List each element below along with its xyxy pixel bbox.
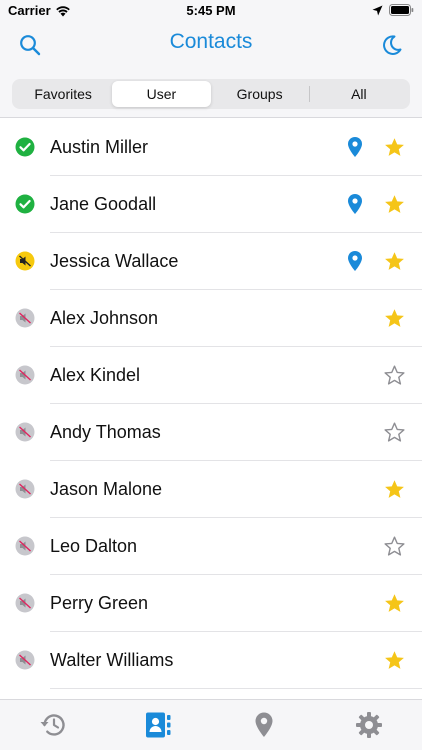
segmented-control: Favorites User Groups All	[12, 79, 410, 109]
contact-name: Alex Johnson	[50, 308, 159, 328]
battery-icon	[389, 4, 414, 16]
muted-speaker-icon	[15, 251, 35, 271]
location-pin-icon[interactable]	[346, 136, 364, 158]
star-outline-icon[interactable]	[384, 536, 405, 557]
moon-icon	[383, 35, 402, 55]
contact-row[interactable]: Leo Dalton	[0, 518, 422, 575]
star-filled-icon[interactable]	[384, 650, 405, 671]
contact-list: Austin Miller Jane Goodall Jessica Wallace…	[0, 119, 422, 699]
segment-all[interactable]: All	[310, 81, 408, 107]
tab-bar	[0, 699, 422, 750]
tab-settings[interactable]	[317, 700, 422, 750]
offline-speaker-icon	[15, 365, 35, 385]
contact-name: Leo Dalton	[50, 536, 138, 556]
segment-user[interactable]: User	[112, 81, 211, 107]
contact-name: Austin Miller	[50, 137, 149, 157]
contact-name: Jessica Wallace	[50, 251, 179, 271]
star-filled-icon[interactable]	[384, 137, 405, 158]
status-bar: Carrier 5:45 PM	[0, 0, 422, 22]
online-check-icon	[15, 194, 35, 214]
history-icon	[40, 714, 65, 736]
contact-name: Perry Green	[50, 593, 149, 613]
carrier: Carrier	[8, 3, 71, 18]
segment-favorites[interactable]: Favorites	[14, 81, 112, 107]
contact-name: Walter Williams	[50, 650, 174, 670]
offline-speaker-icon	[15, 308, 35, 328]
contacts-book-icon	[146, 712, 171, 738]
offline-speaker-icon	[15, 650, 35, 670]
contact-row[interactable]: Jessica Wallace	[0, 233, 422, 290]
contact-row[interactable]: Alex Kindel	[0, 347, 422, 404]
star-filled-icon[interactable]	[384, 251, 405, 272]
contact-name: Jason Malone	[50, 479, 163, 499]
dark-mode-button[interactable]	[379, 32, 405, 58]
contact-name: Alex Kindel	[50, 365, 141, 385]
segment-label: Favorites	[34, 86, 92, 102]
tab-map[interactable]	[211, 700, 317, 750]
star-filled-icon[interactable]	[384, 308, 405, 329]
segment-label: User	[146, 86, 177, 102]
contact-row[interactable]: Jason Malone	[0, 461, 422, 518]
contact-row[interactable]: Andy Thomas	[0, 404, 422, 461]
offline-speaker-icon	[15, 536, 35, 556]
contact-row[interactable]: Jane Goodall	[0, 176, 422, 233]
online-check-icon	[15, 137, 35, 157]
contact-name: Andy Thomas	[50, 422, 161, 442]
segment-label: All	[351, 86, 367, 102]
star-outline-icon[interactable]	[384, 365, 405, 386]
location-pin-icon[interactable]	[346, 250, 364, 272]
carrier-label: Carrier	[8, 3, 51, 18]
star-filled-icon[interactable]	[384, 194, 405, 215]
contact-row[interactable]: Austin Miller	[0, 119, 422, 176]
location-arrow-icon	[372, 5, 383, 15]
segment-container: Favorites User Groups All	[0, 66, 422, 118]
contact-name: Jane Goodall	[50, 194, 157, 214]
segment-label: Groups	[236, 86, 283, 102]
offline-speaker-icon	[15, 479, 35, 499]
tab-history[interactable]	[0, 700, 106, 750]
navigation-bar: Contacts	[0, 22, 422, 66]
location-pin-icon	[255, 712, 273, 737]
location-pin-icon[interactable]	[346, 193, 364, 215]
star-filled-icon[interactable]	[384, 479, 405, 500]
wifi-icon	[55, 5, 70, 16]
status-right	[372, 4, 414, 16]
segment-groups[interactable]: Groups	[211, 81, 309, 107]
contact-row[interactable]: Alex Johnson	[0, 290, 422, 347]
contact-row[interactable]: Walter Williams	[0, 632, 422, 689]
offline-speaker-icon	[15, 593, 35, 613]
star-outline-icon[interactable]	[384, 422, 405, 443]
gear-icon	[356, 712, 383, 738]
tab-contacts[interactable]	[106, 700, 212, 750]
star-filled-icon[interactable]	[384, 593, 405, 614]
offline-speaker-icon	[15, 422, 35, 442]
contact-row[interactable]: Perry Green	[0, 575, 422, 632]
page-title: Contacts	[169, 30, 253, 53]
